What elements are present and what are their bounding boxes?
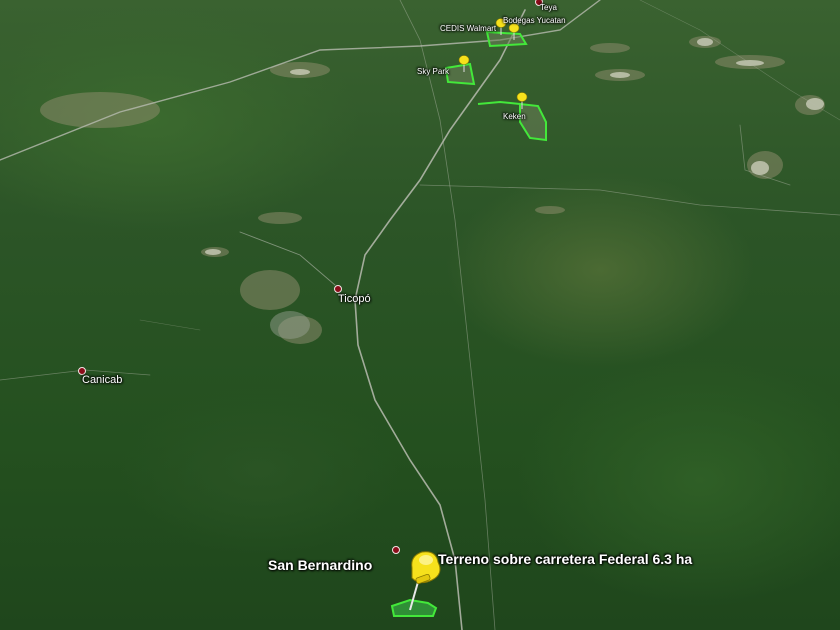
yellow-pushpin-icon[interactable] xyxy=(508,23,520,41)
label-san-bernardino[interactable]: San Bernardino xyxy=(268,557,372,573)
label-featured-property[interactable]: Terreno sobre carretera Federal 6.3 ha xyxy=(438,551,692,567)
smoke-plume xyxy=(270,311,310,339)
satellite-map[interactable]: Teya CEDIS Walmart Bodegas Yucatan Sky P… xyxy=(0,0,840,630)
terrain-layer xyxy=(0,0,840,630)
placemark-dot-icon[interactable] xyxy=(334,285,342,293)
label-keken[interactable]: Keken xyxy=(503,112,526,121)
bright-clearings xyxy=(205,38,824,255)
label-canicab[interactable]: Canicab xyxy=(82,374,122,386)
label-cedis-walmart[interactable]: CEDIS Walmart xyxy=(440,24,496,33)
parcel-outlines xyxy=(444,30,547,142)
keken-boundary-line xyxy=(477,100,521,105)
yellow-pushpin-icon[interactable] xyxy=(458,55,470,73)
label-teya[interactable]: Teya xyxy=(540,3,557,12)
yellow-pushpin-icon[interactable] xyxy=(516,92,528,110)
placemark-dot-icon[interactable] xyxy=(392,546,400,554)
cleared-land xyxy=(40,36,825,344)
label-ticopo[interactable]: Ticopó xyxy=(338,293,371,305)
label-sky-park[interactable]: Sky Park xyxy=(417,67,449,76)
label-bodegas-yucatan[interactable]: Bodegas Yucatan xyxy=(503,16,566,25)
